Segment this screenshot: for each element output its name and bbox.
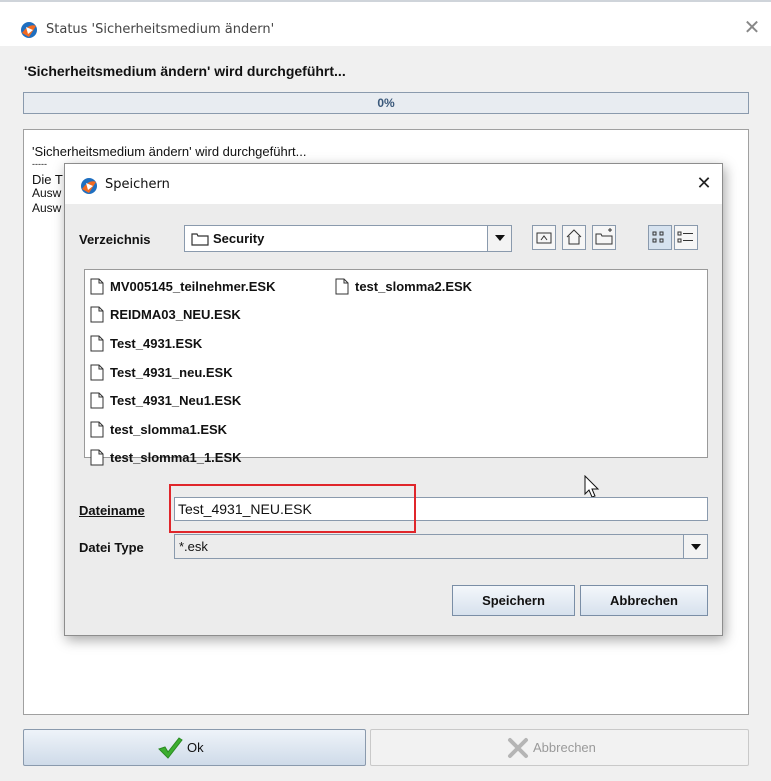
cancel-button[interactable]: Abbrechen xyxy=(370,729,749,766)
list-item[interactable]: REIDMA03_NEU.ESK xyxy=(90,305,290,325)
log-line: 'Sicherheitsmedium ändern' wird durchgef… xyxy=(32,144,307,159)
file-name: REIDMA03_NEU.ESK xyxy=(110,307,241,322)
filetype-select[interactable]: *.esk xyxy=(174,534,708,559)
file-icon xyxy=(90,421,104,438)
file-name: test_slomma1_1.ESK xyxy=(110,450,242,465)
file-name: MV005145_teilnehmer.ESK xyxy=(110,279,276,294)
cancel-label: Abbrechen xyxy=(533,740,596,755)
file-icon xyxy=(90,392,104,409)
file-icon xyxy=(90,364,104,381)
file-list[interactable]: MV005145_teilnehmer.ESK test_slomma2.ESK… xyxy=(84,269,708,466)
directory-value: Security xyxy=(213,231,265,246)
list-item[interactable]: test_slomma2.ESK xyxy=(335,277,515,297)
new-folder-icon xyxy=(595,228,613,245)
list-view-icon xyxy=(652,231,664,243)
file-icon xyxy=(90,335,104,352)
file-name: Test_4931.ESK xyxy=(110,336,203,351)
progress-bar: 0% xyxy=(23,92,749,114)
new-folder-button[interactable] xyxy=(592,225,616,250)
up-folder-icon xyxy=(536,232,552,244)
ok-button[interactable]: Ok xyxy=(23,729,366,766)
file-name: Test_4931_Neu1.ESK xyxy=(110,393,242,408)
app-logo-icon xyxy=(21,22,37,38)
file-name: test_slomma1.ESK xyxy=(110,422,228,437)
save-dialog: Speichern ✕ Verzeichnis Security MV00514… xyxy=(64,163,723,636)
details-view-icon xyxy=(677,231,693,243)
x-icon xyxy=(508,738,528,758)
outer-close-icon[interactable]: ✕ xyxy=(740,15,764,39)
filetype-value: *.esk xyxy=(179,539,208,554)
save-dialog-title-bar: Speichern ✕ xyxy=(65,164,722,204)
log-line: Ausw xyxy=(32,186,62,200)
directory-label: Verzeichnis xyxy=(79,232,151,247)
list-view-button[interactable] xyxy=(648,225,672,250)
file-icon xyxy=(90,449,104,466)
outer-title: Status 'Sicherheitsmedium ändern' xyxy=(46,22,275,37)
checkmark-icon xyxy=(158,737,183,759)
highlight-box xyxy=(169,484,416,533)
chevron-down-icon[interactable] xyxy=(683,535,707,558)
file-icon xyxy=(335,278,349,295)
mouse-cursor-icon xyxy=(584,475,600,498)
progress-label: 0% xyxy=(377,96,395,110)
list-item[interactable]: Test_4931_neu.ESK xyxy=(90,363,290,383)
close-icon[interactable]: ✕ xyxy=(693,173,715,195)
ok-label: Ok xyxy=(187,740,204,755)
home-button[interactable] xyxy=(562,225,586,250)
chevron-down-icon[interactable] xyxy=(487,226,511,251)
outer-title-bar: Status 'Sicherheitsmedium ändern' xyxy=(0,0,771,46)
list-item[interactable]: test_slomma1.ESK xyxy=(90,420,290,440)
log-line: ----- xyxy=(32,159,47,169)
file-icon xyxy=(90,306,104,323)
save-button[interactable]: Speichern xyxy=(452,585,575,616)
log-line: Ausw xyxy=(32,201,62,215)
file-name: Test_4931_neu.ESK xyxy=(110,365,233,380)
status-heading: 'Sicherheitsmedium ändern' wird durchgef… xyxy=(24,63,346,79)
details-view-button[interactable] xyxy=(674,225,698,250)
cancel-button[interactable]: Abbrechen xyxy=(580,585,708,616)
home-icon xyxy=(566,229,582,245)
list-item[interactable]: Test_4931_Neu1.ESK xyxy=(90,391,290,411)
save-dialog-title: Speichern xyxy=(105,177,170,192)
filename-label: Dateiname xyxy=(79,503,145,518)
file-name: test_slomma2.ESK xyxy=(355,279,473,294)
folder-icon xyxy=(191,233,209,246)
list-item[interactable]: MV005145_teilnehmer.ESK xyxy=(90,277,330,297)
directory-select[interactable]: Security xyxy=(184,225,512,252)
app-logo-icon xyxy=(81,178,97,194)
filetype-label: Datei Type xyxy=(79,540,144,555)
up-folder-button[interactable] xyxy=(532,225,556,250)
list-item[interactable]: test_slomma1_1.ESK xyxy=(90,448,290,468)
list-item[interactable]: Test_4931.ESK xyxy=(90,334,290,354)
file-icon xyxy=(90,278,104,295)
log-line: Die T xyxy=(32,172,63,187)
